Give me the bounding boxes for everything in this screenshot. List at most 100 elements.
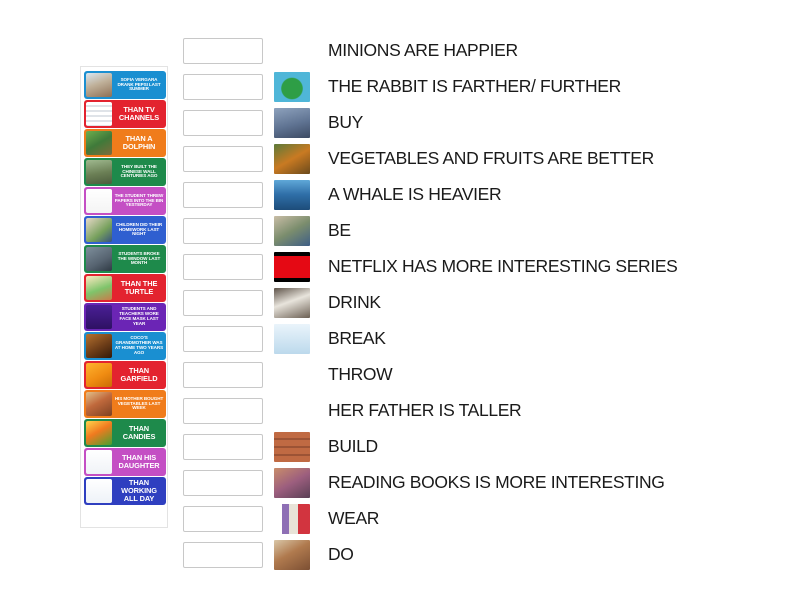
- tile-bank[interactable]: SOFIA VERGARA DRANK PEPSI LAST SUMMER THA…: [80, 66, 168, 528]
- row-label: DO: [328, 546, 354, 564]
- woman-standing-photo: [86, 73, 112, 97]
- answer-row: WEAR: [183, 501, 795, 537]
- tile-label: THAN TV CHANNELS: [118, 105, 160, 122]
- row-label: MINIONS ARE HAPPIER: [328, 42, 518, 60]
- children-homework-photo: [86, 218, 112, 242]
- tile-2[interactable]: THAN TV CHANNELS: [84, 100, 166, 128]
- line-drawing-classroom: [86, 189, 112, 213]
- tile-label: THAN CANDIES: [122, 424, 156, 441]
- tile-label: SOFIA VERGARA DRANK PEPSI LAST SUMMER: [117, 76, 161, 92]
- drop-box-6[interactable]: [183, 218, 263, 244]
- drop-box-12[interactable]: [183, 434, 263, 460]
- tile-5[interactable]: THE STUDENT THREW PAPERS INTO THE BIN YE…: [84, 187, 166, 215]
- row-label: THROW: [328, 366, 393, 384]
- answer-rows-list: MINIONS ARE HAPPIER THE RABBIT IS FARTHER…: [183, 33, 795, 573]
- row-label: BUILD: [328, 438, 378, 456]
- drop-box-15[interactable]: [183, 542, 263, 568]
- milk-glass-photo: [274, 288, 310, 318]
- answer-row: BE: [183, 213, 795, 249]
- tile-label: THAN HIS DAUGHTER: [118, 453, 160, 470]
- row-label: NETFLIX HAS MORE INTERESTING SERIES: [328, 258, 678, 276]
- masked-kids-icon: [86, 305, 112, 329]
- tile-label: STUDENTS BROKE THE WINDOW LAST MONTH: [117, 250, 161, 266]
- tile-label: THAN WORKING ALL DAY: [121, 478, 157, 503]
- answer-row: BREAK: [183, 321, 795, 357]
- answer-row: BUY: [183, 105, 795, 141]
- tile-8[interactable]: THAN THE TURTLE: [84, 274, 166, 302]
- tile-9[interactable]: STUDENTS AND TEACHERS WORE FACE MASK LAS…: [84, 303, 166, 331]
- garfield-cat-image: [86, 363, 112, 387]
- tv-listing-photo: [86, 102, 112, 126]
- tile-label: HIS MOTHER BOUGHT VEGETABLES LAST WEEK: [114, 395, 164, 411]
- drop-box-11[interactable]: [183, 398, 263, 424]
- drop-box-1[interactable]: [183, 38, 263, 64]
- market-vegetables-photo: [86, 392, 112, 416]
- drop-box-13[interactable]: [183, 470, 263, 496]
- answer-row: READING BOOKS IS MORE INTERESTING: [183, 465, 795, 501]
- great-wall-photo: [86, 160, 112, 184]
- row-label: READING BOOKS IS MORE INTERESTING: [328, 474, 665, 492]
- tile-14[interactable]: THAN HIS DAUGHTER: [84, 448, 166, 476]
- broken-window-icon: [274, 324, 310, 354]
- drop-box-7[interactable]: [183, 254, 263, 280]
- map-island-illustration: [274, 72, 310, 102]
- tile-label: THAN GARFIELD: [120, 366, 158, 383]
- row-label: VEGETABLES AND FRUITS ARE BETTER: [328, 150, 654, 168]
- tile-label: THAN THE TURTLE: [120, 279, 158, 296]
- turtle-illustration: [86, 276, 112, 300]
- answer-row: HER FATHER IS TALLER: [183, 393, 795, 429]
- tile-1[interactable]: SOFIA VERGARA DRANK PEPSI LAST SUMMER: [84, 71, 166, 99]
- person-market-photo: [274, 216, 310, 246]
- row-label: BUY: [328, 114, 363, 132]
- children-crafts-photo: [274, 540, 310, 570]
- tile-11[interactable]: THAN GARFIELD: [84, 361, 166, 389]
- drop-box-5[interactable]: [183, 182, 263, 208]
- tile-12[interactable]: HIS MOTHER BOUGHT VEGETABLES LAST WEEK: [84, 390, 166, 418]
- answer-row: VEGETABLES AND FRUITS ARE BETTER: [183, 141, 795, 177]
- tile-7[interactable]: STUDENTS BROKE THE WINDOW LAST MONTH: [84, 245, 166, 273]
- drop-box-3[interactable]: [183, 110, 263, 136]
- grandmother-photo: [86, 334, 112, 358]
- tile-4[interactable]: THEY BUILT THE CHINESE WALL CENTURIES AG…: [84, 158, 166, 186]
- drop-box-4[interactable]: [183, 146, 263, 172]
- answer-row: DO: [183, 537, 795, 573]
- boy-trash-cartoon: [274, 360, 310, 390]
- drop-box-2[interactable]: [183, 74, 263, 100]
- drop-box-10[interactable]: [183, 362, 263, 388]
- tile-label: STUDENTS AND TEACHERS WORE FACE MASK LAS…: [119, 306, 159, 326]
- turtle-photo: [86, 131, 112, 155]
- tile-3[interactable]: THAN A DOLPHIN: [84, 129, 166, 157]
- tile-label: THEY BUILT THE CHINESE WALL CENTURIES AG…: [120, 163, 158, 179]
- tile-13[interactable]: THAN CANDIES: [84, 419, 166, 447]
- answer-row: THROW: [183, 357, 795, 393]
- tile-label: COCO'S GRANDMOTHER WAS AT HOME TWO YEARS…: [114, 335, 164, 355]
- row-label: BREAK: [328, 330, 386, 348]
- tile-6[interactable]: CHILDREN DID THEIR HOMEWORK LAST NIGHT: [84, 216, 166, 244]
- clothes-photo: [274, 504, 310, 534]
- answer-row: A WHALE IS HEAVIER: [183, 177, 795, 213]
- fruits-photo: [86, 421, 112, 445]
- tile-15[interactable]: THAN WORKING ALL DAY: [84, 477, 166, 505]
- drop-box-9[interactable]: [183, 326, 263, 352]
- father-daughter-illustration: [274, 396, 310, 426]
- drop-box-14[interactable]: [183, 506, 263, 532]
- answer-row: DRINK: [183, 285, 795, 321]
- answer-row: NETFLIX HAS MORE INTERESTING SERIES: [183, 249, 795, 285]
- whale-photo: [274, 180, 310, 210]
- father-daughter-drawing: [86, 450, 112, 474]
- tile-10[interactable]: COCO'S GRANDMOTHER WAS AT HOME TWO YEARS…: [84, 332, 166, 360]
- children-reading-photo: [274, 468, 310, 498]
- row-label: WEAR: [328, 510, 380, 528]
- tile-label: CHILDREN DID THEIR HOMEWORK LAST NIGHT: [115, 221, 163, 237]
- broken-window-photo: [86, 247, 112, 271]
- netflix-logo: [274, 252, 310, 282]
- tile-label: THAN A DOLPHIN: [122, 134, 156, 151]
- match-up-activity: SOFIA VERGARA DRANK PEPSI LAST SUMMER THA…: [0, 0, 800, 600]
- row-label: A WHALE IS HEAVIER: [328, 186, 502, 204]
- wallet-money-photo: [274, 108, 310, 138]
- child-eating-carrot-photo: [274, 144, 310, 174]
- drop-box-8[interactable]: [183, 290, 263, 316]
- row-label: BE: [328, 222, 351, 240]
- row-label: DRINK: [328, 294, 381, 312]
- row-label: HER FATHER IS TALLER: [328, 402, 522, 420]
